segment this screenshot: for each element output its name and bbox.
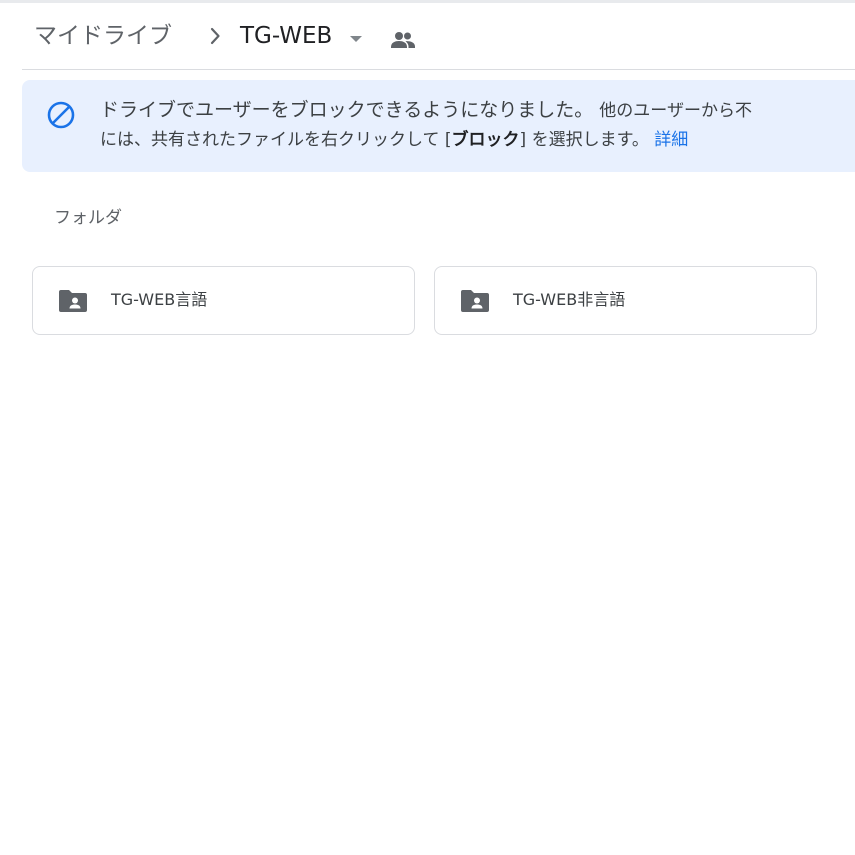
banner-block-keyword: ブロック	[451, 130, 520, 150]
folder-name: TG-WEB言語	[111, 290, 208, 309]
folder-card[interactable]: TG-WEB非言語	[434, 266, 817, 335]
block-icon	[46, 100, 76, 130]
arrow-drop-down-icon[interactable]	[344, 27, 368, 51]
top-divider	[0, 0, 855, 3]
breadcrumb: マイドライブ TG-WEB	[22, 4, 855, 70]
shared-folder-icon	[460, 289, 490, 313]
banner-line2-suffix: ] を選択します。	[519, 130, 649, 150]
people-icon	[390, 28, 416, 52]
banner-message-continued: 他のユーザーから不	[599, 101, 752, 121]
folders-section-label: フォルダ	[54, 208, 122, 228]
banner-line2-prefix: には、共有されたファイルを右クリックして [	[100, 130, 452, 150]
breadcrumb-root[interactable]: マイドライブ	[34, 21, 172, 51]
breadcrumb-current[interactable]: TG-WEB	[240, 21, 332, 51]
drive-page: マイドライブ TG-WEB ドライブでユーザーをブロックできるようになりました。…	[0, 0, 855, 855]
banner-message-main: ドライブでユーザーをブロックできるようになりました。	[100, 99, 594, 121]
folder-name: TG-WEB非言語	[513, 290, 626, 309]
folder-card[interactable]: TG-WEB言語	[32, 266, 415, 335]
shared-folder-icon	[58, 289, 88, 313]
block-users-banner: ドライブでユーザーをブロックできるようになりました。 他のユーザーから不 には、…	[22, 80, 855, 172]
banner-message-line1: ドライブでユーザーをブロックできるようになりました。 他のユーザーから不	[100, 96, 752, 125]
chevron-right-icon	[203, 24, 227, 48]
learn-more-link[interactable]: 詳細	[654, 130, 688, 150]
banner-message-line2: には、共有されたファイルを右クリックして [ブロック] を選択します。 詳細	[100, 126, 688, 154]
